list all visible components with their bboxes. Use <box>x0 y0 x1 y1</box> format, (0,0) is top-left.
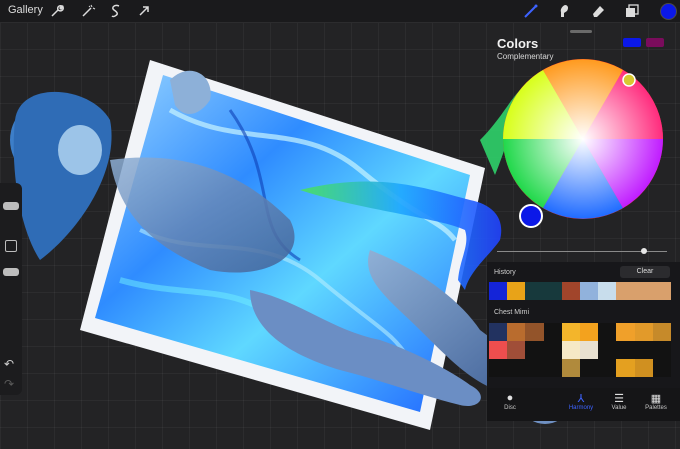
palette-swatch[interactable] <box>489 341 508 359</box>
selection-icon[interactable] <box>108 3 124 19</box>
left-sidebar: ↶ ↷ <box>0 183 22 395</box>
panel-grabber[interactable] <box>570 30 592 33</box>
undo-icon[interactable]: ↶ <box>4 358 14 370</box>
history-swatch[interactable] <box>598 282 617 300</box>
history-swatch[interactable] <box>543 282 562 300</box>
palette-swatch[interactable] <box>543 323 562 341</box>
harmony-picker-primary[interactable] <box>519 204 543 228</box>
palette-swatch[interactable] <box>561 359 580 377</box>
palette-swatch[interactable] <box>616 323 635 341</box>
palette-swatch[interactable] <box>507 359 526 377</box>
harmony-icon: ⅄ <box>577 393 585 405</box>
value-icon: ☰ <box>614 393 624 405</box>
primary-color-swatch[interactable] <box>623 38 641 47</box>
panel-title: Colors <box>497 36 539 51</box>
palette-swatch[interactable] <box>489 359 508 377</box>
palettes-icon: ▦ <box>650 393 662 405</box>
palette-swatch[interactable] <box>616 359 635 377</box>
history-swatch[interactable] <box>525 282 544 300</box>
history-label: History <box>494 269 516 276</box>
eraser-icon[interactable] <box>590 3 606 19</box>
palette-swatch[interactable] <box>525 323 544 341</box>
palette-swatch[interactable] <box>652 359 671 377</box>
palette-swatch[interactable] <box>525 359 544 377</box>
palette-swatch[interactable] <box>507 323 526 341</box>
transform-arrow-icon[interactable] <box>136 3 152 19</box>
layers-icon[interactable] <box>624 3 640 19</box>
harmony-picker-secondary[interactable] <box>622 73 636 87</box>
active-color-button[interactable] <box>660 3 677 20</box>
palette-swatches <box>489 323 671 377</box>
palette-swatch[interactable] <box>489 323 508 341</box>
brush-icon[interactable] <box>523 3 539 19</box>
tab-disc[interactable]: ● Disc <box>491 388 529 421</box>
gallery-button[interactable]: Gallery <box>8 4 43 16</box>
top-toolbar: Gallery <box>0 0 680 23</box>
history-swatch[interactable] <box>580 282 599 300</box>
palette-swatch[interactable] <box>580 341 599 359</box>
brush-opacity-slider[interactable] <box>3 268 19 276</box>
history-swatch[interactable] <box>616 282 635 300</box>
history-swatch[interactable] <box>507 282 526 300</box>
redo-icon[interactable]: ↷ <box>4 378 14 390</box>
smudge-icon[interactable] <box>556 3 572 19</box>
brush-size-slider[interactable] <box>3 202 19 210</box>
history-swatch[interactable] <box>489 282 508 300</box>
magic-wand-icon[interactable] <box>80 3 96 19</box>
palette-swatch[interactable] <box>561 341 580 359</box>
palette-swatch[interactable] <box>598 341 617 359</box>
palette-swatch[interactable] <box>634 341 653 359</box>
palette-swatch[interactable] <box>598 323 617 341</box>
palette-swatch[interactable] <box>652 323 671 341</box>
history-swatch[interactable] <box>561 282 581 300</box>
palette-swatch[interactable] <box>634 359 653 377</box>
palette-swatch[interactable] <box>616 341 635 359</box>
palette-swatch[interactable] <box>598 359 617 377</box>
tab-palettes[interactable]: ▦ Palettes <box>637 388 675 421</box>
palette-swatch[interactable] <box>525 341 544 359</box>
palette-swatch[interactable] <box>561 323 580 341</box>
palette-swatch[interactable] <box>543 359 562 377</box>
palette-swatch[interactable] <box>543 341 562 359</box>
palette-swatch[interactable] <box>652 341 671 359</box>
brightness-slider-knob[interactable] <box>641 248 647 254</box>
secondary-color-swatch[interactable] <box>646 38 664 47</box>
history-swatch[interactable] <box>652 282 672 300</box>
palette-swatch[interactable] <box>580 323 599 341</box>
color-mode-tabs: ● Disc ⅄ Harmony ☰ Value ▦ Palettes <box>487 388 680 421</box>
palette-swatch[interactable] <box>580 359 599 377</box>
palette-swatch[interactable] <box>507 341 526 359</box>
harmony-color-disc[interactable] <box>500 55 670 245</box>
tab-value[interactable]: ☰ Value <box>600 388 638 421</box>
clear-history-button[interactable]: Clear <box>620 266 670 278</box>
disc-icon: ● <box>506 392 514 404</box>
palette-name: Chest Mimi <box>494 309 530 316</box>
palette-swatch[interactable] <box>634 323 653 341</box>
history-swatch[interactable] <box>634 282 653 300</box>
modify-button[interactable] <box>5 240 17 252</box>
history-swatches <box>489 282 672 300</box>
wrench-icon[interactable] <box>49 3 65 19</box>
tab-harmony[interactable]: ⅄ Harmony <box>562 388 600 421</box>
